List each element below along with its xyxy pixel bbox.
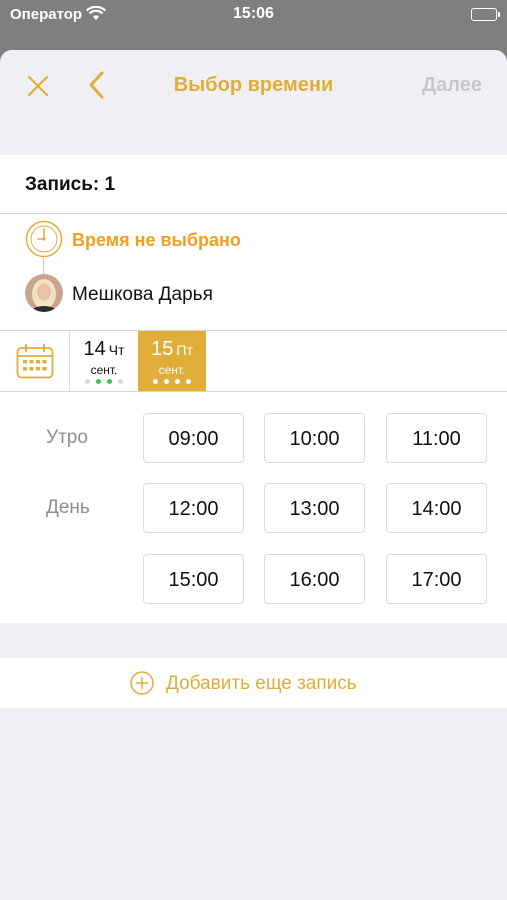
status-bar: Оператор 15:06 (0, 0, 507, 40)
add-record-label: Добавить еще запись (166, 673, 357, 694)
time-slot[interactable]: 13:00 (264, 483, 365, 533)
date-day: 15 (151, 338, 174, 360)
divider (0, 391, 507, 392)
next-button[interactable]: Далее (422, 74, 482, 97)
navigation-bar: Выбор времени Далее (0, 50, 507, 120)
time-slot[interactable]: 16:00 (264, 554, 365, 604)
date-day: 14 (83, 338, 106, 360)
date-month: сент. (90, 363, 118, 377)
date-14[interactable]: 14 Чт сент. (70, 331, 138, 391)
time-status[interactable]: Время не выбрано (72, 230, 241, 251)
period-day-label: День (46, 497, 90, 518)
plus-circle-icon (130, 671, 154, 700)
avatar (25, 274, 63, 312)
time-slot[interactable]: 10:00 (264, 413, 365, 463)
time-slot[interactable]: 15:00 (143, 554, 244, 604)
date-weekday: Пт (176, 342, 193, 358)
time-slot[interactable]: 09:00 (143, 413, 244, 463)
battery-icon (471, 8, 500, 21)
date-month: сент. (158, 363, 186, 377)
timeline-connector (43, 258, 44, 275)
calendar-icon (16, 344, 54, 379)
time-slot[interactable]: 17:00 (386, 554, 487, 604)
time-slot[interactable]: 12:00 (143, 483, 244, 533)
calendar-button[interactable] (0, 331, 70, 391)
availability-dots (138, 379, 206, 384)
date-label: 14 Чт (70, 338, 138, 361)
record-title: Запись: 1 (25, 174, 116, 195)
period-morning-label: Утро (46, 427, 88, 448)
date-label: 15 Пт (138, 338, 206, 361)
clock-icon (25, 220, 63, 258)
time-slot[interactable]: 14:00 (386, 483, 487, 533)
add-record-button[interactable]: Добавить еще запись (0, 658, 507, 708)
record-card: Запись: 1 Время не выбрано Мешкова Дарья (0, 155, 507, 623)
date-strip: 14 Чт сент. 15 Пт сент. (0, 331, 507, 391)
date-15-selected[interactable]: 15 Пт сент. (138, 331, 206, 391)
time-slot[interactable]: 11:00 (386, 413, 487, 463)
availability-dots (70, 379, 138, 384)
date-weekday: Чт (108, 342, 125, 358)
booking-sheet: Выбор времени Далее Запись: 1 Время не в… (0, 50, 507, 900)
clock-time: 15:06 (233, 5, 274, 22)
divider (0, 213, 507, 214)
specialist-name[interactable]: Мешкова Дарья (72, 284, 213, 306)
